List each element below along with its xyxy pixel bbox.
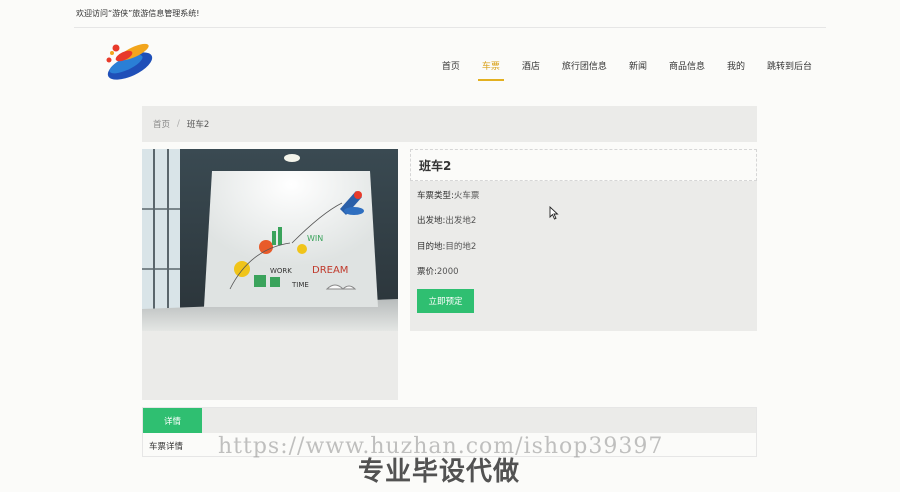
main-nav: 首页 车票 酒店 旅行团信息 新闻 商品信息 我的 跳转到后台 bbox=[420, 59, 812, 81]
nav-news[interactable]: 新闻 bbox=[629, 59, 647, 78]
site-logo[interactable] bbox=[96, 38, 158, 84]
breadcrumb: 首页 / 班车2 bbox=[142, 106, 757, 142]
svg-text:WIN: WIN bbox=[307, 234, 323, 243]
field-label: 票价: bbox=[417, 267, 437, 277]
field-ticket-type: 车票类型:火车票 bbox=[417, 189, 479, 201]
tab-bar: 详情 bbox=[143, 408, 756, 433]
header-divider bbox=[74, 27, 826, 28]
field-price: 票价:2000 bbox=[417, 265, 459, 277]
field-label: 车票类型: bbox=[417, 191, 454, 201]
breadcrumb-home[interactable]: 首页 bbox=[153, 118, 170, 130]
field-value: 目的地2 bbox=[445, 242, 477, 252]
field-label: 目的地: bbox=[417, 242, 446, 252]
svg-text:TIME: TIME bbox=[291, 281, 309, 289]
book-now-button[interactable]: 立即预定 bbox=[417, 289, 474, 313]
breadcrumb-separator: / bbox=[177, 119, 180, 129]
nav-tickets[interactable]: 车票 bbox=[477, 59, 504, 81]
nav-admin[interactable]: 跳转到后台 bbox=[767, 59, 812, 78]
ticket-title: 班车2 bbox=[410, 149, 757, 181]
svg-text:WORK: WORK bbox=[270, 267, 292, 275]
nav-tour-groups[interactable]: 旅行团信息 bbox=[562, 59, 607, 78]
field-label: 出发地: bbox=[417, 216, 446, 226]
ticket-image: WORK DREAM TIME WIN bbox=[142, 149, 398, 331]
field-value: 火车票 bbox=[453, 191, 480, 201]
welcome-text: 欢迎访问“游侠”旅游信息管理系统! bbox=[76, 9, 200, 18]
svg-text:DREAM: DREAM bbox=[312, 265, 348, 276]
field-value: 2000 bbox=[436, 267, 459, 277]
field-departure: 出发地:出发地2 bbox=[417, 214, 476, 226]
ticket-info-panel: 班车2 车票类型:火车票 出发地:出发地2 目的地:目的地2 票价:2000 立… bbox=[410, 149, 757, 331]
nav-mine[interactable]: 我的 bbox=[727, 59, 745, 78]
nav-hotel[interactable]: 酒店 bbox=[522, 59, 540, 78]
field-value: 出发地2 bbox=[445, 216, 477, 226]
field-destination: 目的地:目的地2 bbox=[417, 240, 476, 252]
mouse-cursor-icon bbox=[549, 206, 559, 220]
nav-home[interactable]: 首页 bbox=[442, 59, 460, 78]
image-panel: WORK DREAM TIME WIN bbox=[142, 149, 398, 400]
tab-details[interactable]: 详情 bbox=[143, 408, 202, 433]
watermark-caption: 专业毕设代做 bbox=[358, 457, 521, 487]
breadcrumb-current: 班车2 bbox=[186, 120, 210, 130]
nav-products[interactable]: 商品信息 bbox=[669, 59, 705, 78]
